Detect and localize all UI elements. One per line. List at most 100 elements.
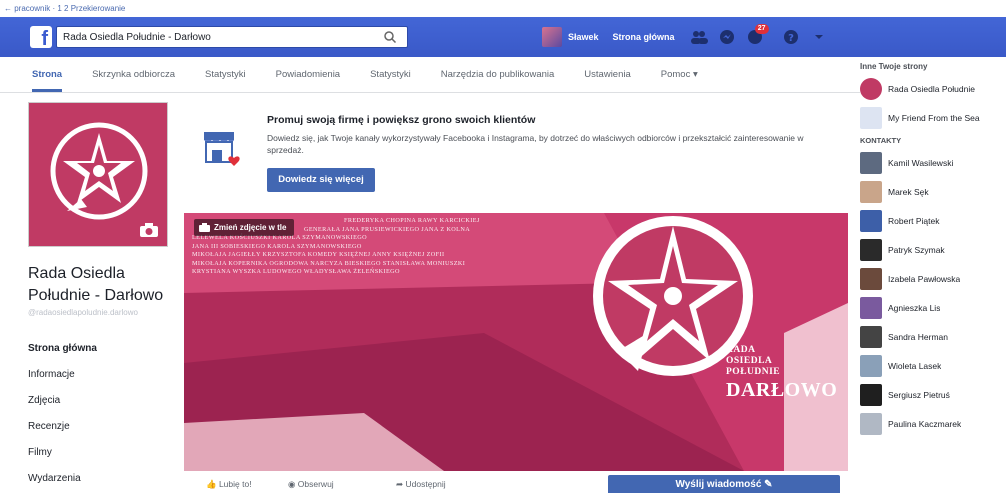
send-message-label: Wyślij wiadomość [675,479,762,490]
contact-name: Marek Sęk [888,186,929,197]
avatar [860,267,882,290]
tab-publishing-tools[interactable]: Narzędzia do publikowania [441,69,555,80]
tab-statistics[interactable]: Statystyki [370,69,411,80]
avatar [860,209,882,232]
tab-insights[interactable]: Statystyki [205,69,246,80]
your-pages-heading: Inne Twoje strony [860,62,928,71]
list-item[interactable]: My Friend From the Sea [860,103,1006,132]
list-item[interactable]: Izabela Pawłowska [860,264,1006,293]
list-item[interactable]: Agnieszka Lis [860,293,1006,322]
left-nav-info[interactable]: Informacje [28,362,178,388]
follow-button[interactable]: ◉ Obserwuj [288,479,334,490]
contacts-heading: KONTAKTY [860,136,902,145]
tab-settings[interactable]: Ustawienia [584,69,630,80]
search-input[interactable] [57,27,377,48]
search-box[interactable] [56,26,408,48]
help-icon[interactable]: ? [781,27,801,47]
facebook-logo-icon[interactable]: f [30,26,52,48]
page-action-bar: 👍 Lubię to! ◉ Obserwuj ➦ Udostępnij Wyśl… [184,471,848,493]
notifications-icon[interactable]: 27 [745,24,769,47]
avatar [860,151,882,174]
cover-title-line: OSIEDLA [726,356,773,366]
left-nav-videos[interactable]: Filmy [28,440,178,466]
list-item[interactable]: Sergiusz Pietruś [860,380,1006,409]
street-line: MIKOŁAJA JAGIEŁŁY KRZYSZTOFA KOMEDY KSIĘ… [192,251,445,258]
send-message-button[interactable]: Wyślij wiadomość ✎ [608,475,840,493]
left-nav-home[interactable]: Strona główna [28,336,178,362]
list-item[interactable]: Kamil Wasilewski [860,148,1006,177]
tab-help[interactable]: Pomoc ▾ [661,69,698,80]
messages-icon[interactable] [717,27,737,47]
street-line: MIKOŁAJA KOPERNIKA OGRODOWA NARCYZA BIES… [192,259,466,267]
page-left-nav: Strona główna Informacje Zdjęcia Recenzj… [28,336,178,492]
profile-link[interactable]: Sławek [568,32,599,42]
share-button[interactable]: ➦ Udostępnij [396,479,446,490]
avatar [860,106,882,129]
follow-label: Obserwuj [297,479,334,489]
like-button[interactable]: 👍 Lubię to! [206,479,252,490]
avatar [860,296,882,319]
left-nav-events[interactable]: Wydarzenia [28,466,178,492]
shop-icon [204,132,240,166]
contact-name: Sandra Herman [888,331,949,342]
avatar [860,354,882,377]
page-handle[interactable]: @radaosiedlapoludnie.darlowo [28,308,138,317]
list-item[interactable]: Sandra Herman [860,322,1006,351]
list-item[interactable]: Marek Sęk [860,177,1006,206]
list-item[interactable]: Paulina Kaczmarek [860,409,1006,438]
cover-title-line: RADA [726,345,756,355]
contact-name: Izabela Pawłowska [888,273,961,284]
home-link[interactable]: Strona główna [613,32,675,42]
page-link-name: Rada Osiedla Południe [888,83,975,94]
avatar [860,383,882,406]
avatar[interactable] [542,27,562,47]
tab-page[interactable]: Strona [32,69,63,92]
like-label: Lubię to! [218,479,252,489]
top-navigation-bar: f Sławek Strona główna 27 ? [0,17,1006,57]
contact-name: Kamil Wasilewski [888,157,954,168]
change-cover-button[interactable]: Zmień zdjęcie w tle [194,219,295,236]
promo-title: Promuj swoją firmę i powiększ grono swoi… [267,114,536,126]
street-line: JANA III SOBIESKIEGO KAROLA SZYMANOWSKIE… [192,242,362,250]
browser-strip: ← pracownik · 1 2 Przekierowanie [0,0,1006,17]
change-cover-label: Zmień zdjęcie w tle [214,223,287,232]
cover-title: RADA OSIEDLA POŁUDNIE DARŁOWO [726,345,837,402]
avatar [860,238,882,261]
contact-name: Wioleta Lasek [888,360,942,371]
camera-icon[interactable] [139,222,159,238]
pencil-icon: ✎ [764,479,773,490]
tab-notifications[interactable]: Powiadomienia [276,69,340,80]
list-item[interactable]: Patryk Szymak [860,235,1006,264]
page-tabs: Strona Skrzynka odbiorcza Statystyki Pow… [0,57,860,93]
share-label: Udostępnij [405,479,446,489]
dropdown-icon[interactable] [809,27,829,47]
promo-box: Promuj swoją firmę i powiększ grono swoi… [195,108,845,198]
contact-name: Patryk Szymak [888,244,945,255]
avatar [860,325,882,348]
avatar [860,77,882,100]
promo-text: Dowiedz się, jak Twoje kanały wykorzysty… [267,133,804,155]
tab-inbox[interactable]: Skrzynka odbiorcza [92,69,175,80]
top-nav-right: Sławek Strona główna 27 ? [542,24,837,49]
learn-more-button[interactable]: Dowiedz się więcej [267,168,375,192]
cover-title-line: POŁUDNIE [726,367,781,377]
list-item[interactable]: Wioleta Lasek [860,351,1006,380]
avatar [860,412,882,435]
friends-icon[interactable] [689,27,709,47]
cover-photo[interactable]: FREDERYKA CHOPINA RAWY KARCICKIEJ GENERA… [184,213,848,471]
contact-name: Sergiusz Pietruś [888,389,950,400]
follow-icon: ◉ [288,479,298,489]
cover-title-big: DARŁOWO [726,379,838,401]
svg-text:?: ? [788,33,794,44]
avatar [860,180,882,203]
profile-picture[interactable] [28,102,168,247]
list-item[interactable]: Rada Osiedla Południe [860,74,1006,103]
right-column: Inne Twoje strony Rada Osiedla Południe … [860,62,1006,438]
left-nav-photos[interactable]: Zdjęcia [28,388,178,414]
left-nav-reviews[interactable]: Recenzje [28,414,178,440]
like-icon: 👍 [206,479,219,489]
notifications-badge: 27 [754,24,769,34]
street-line: KRYSTIANA WYSZKA LUDOWEGO WŁADYSŁAWA ŻEL… [192,268,400,275]
search-icon[interactable] [383,30,397,44]
list-item[interactable]: Robert Piątek [860,206,1006,235]
